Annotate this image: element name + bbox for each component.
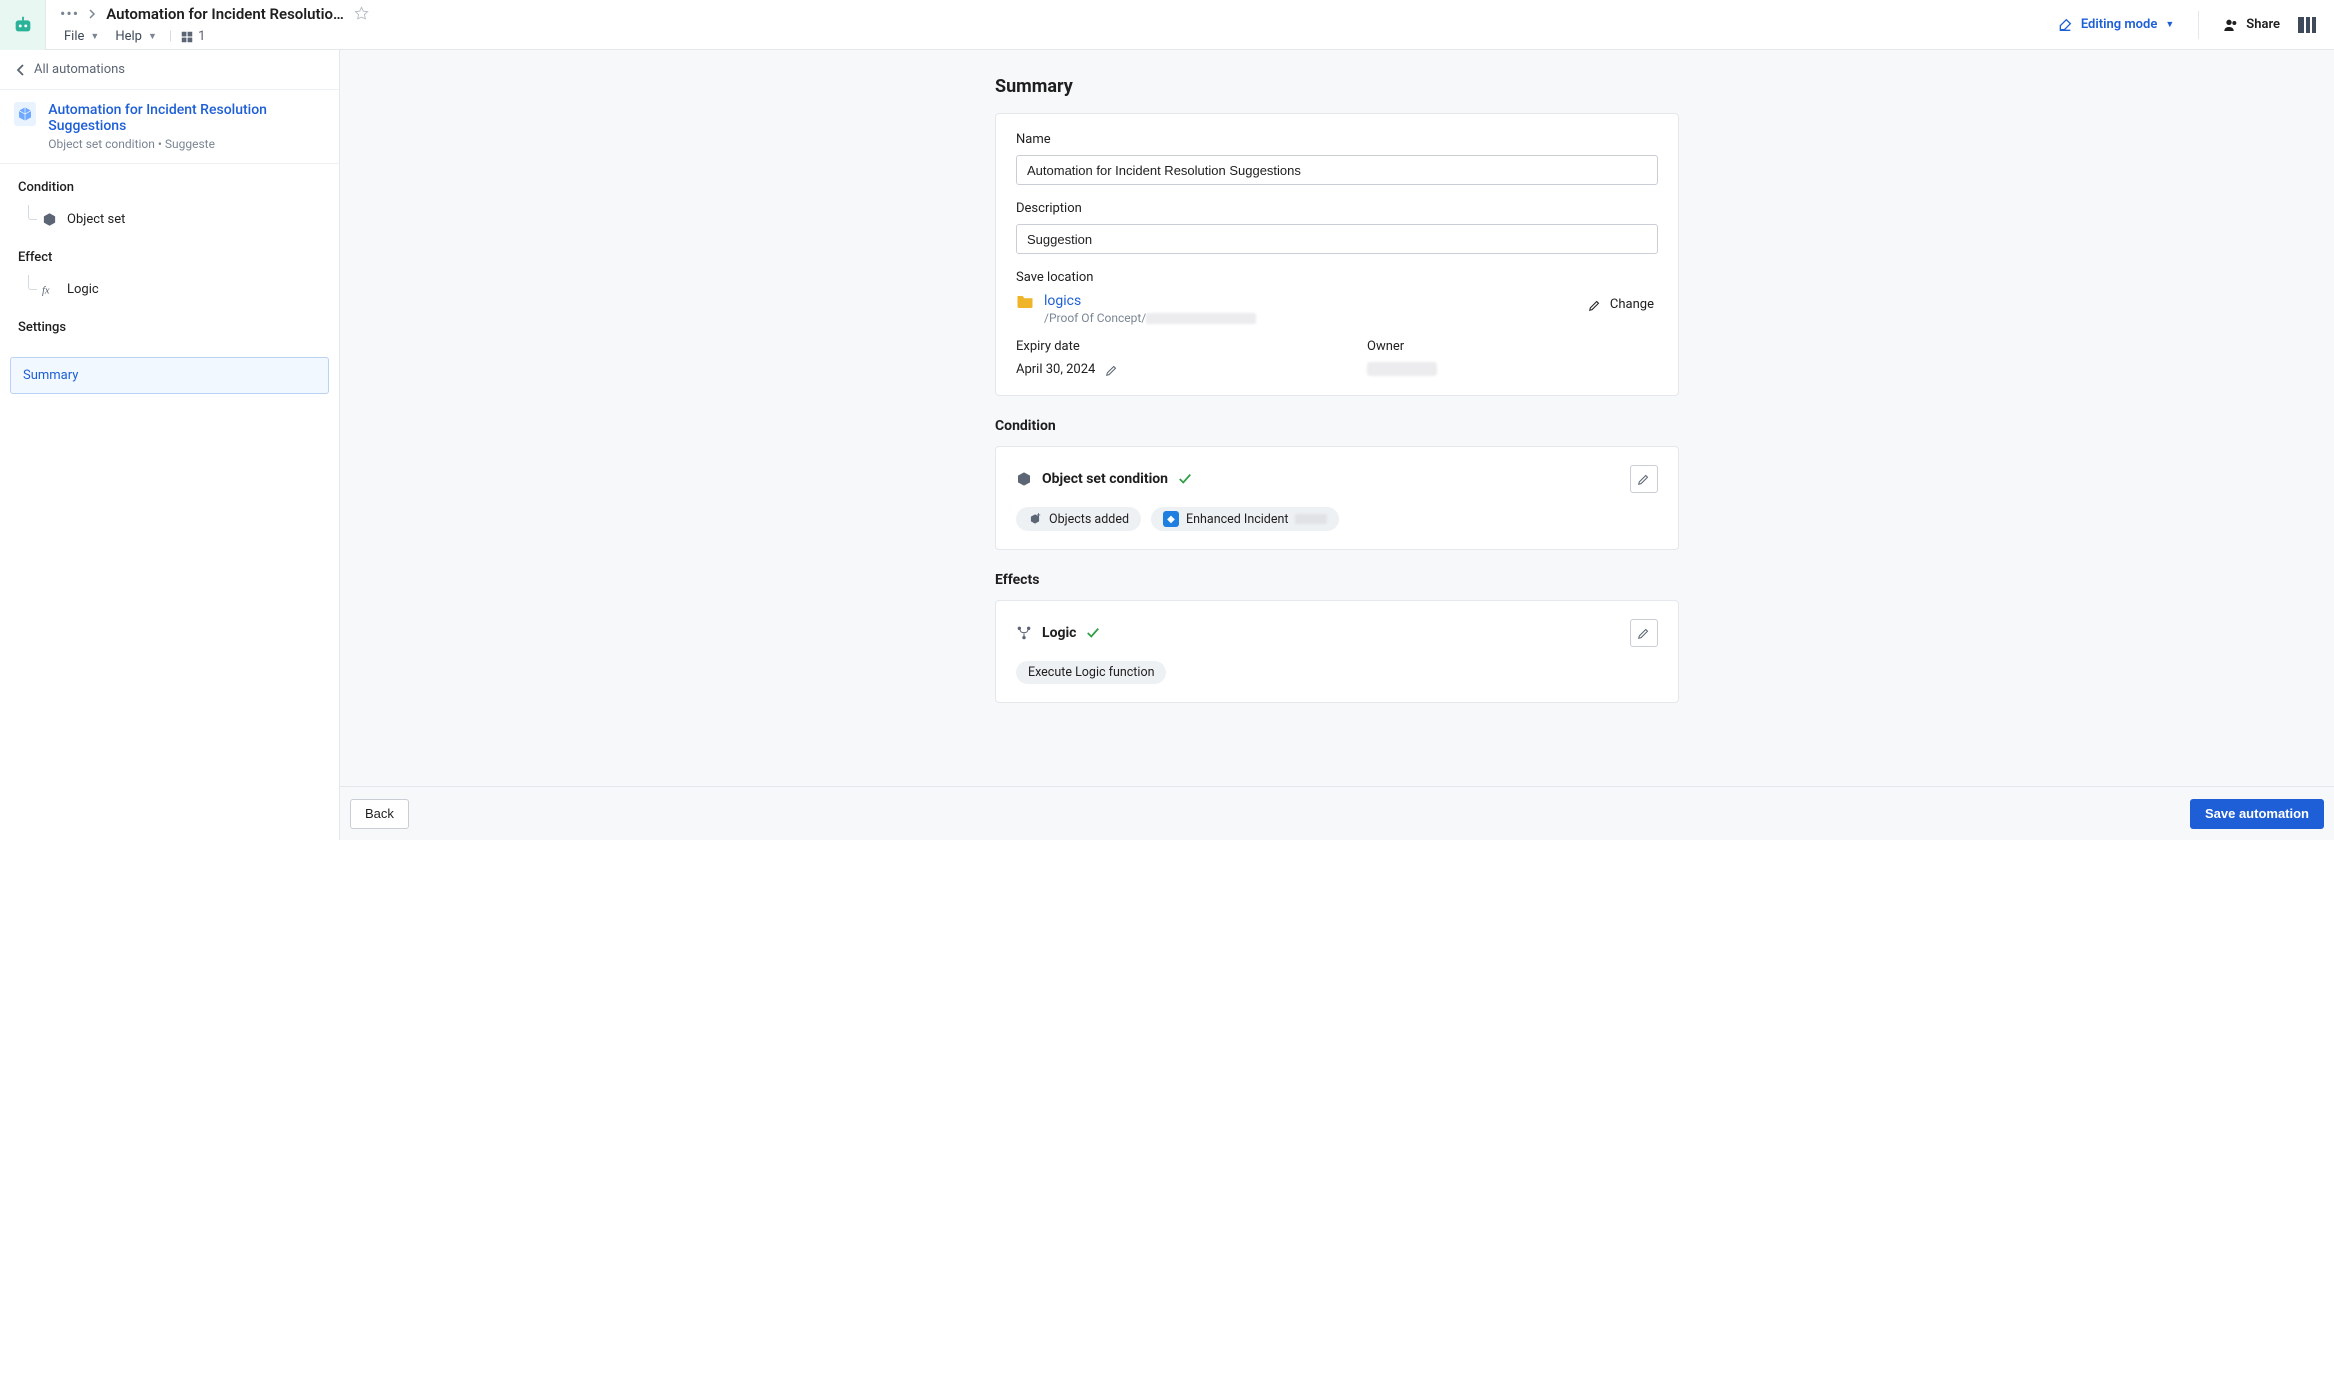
file-menu[interactable]: File ▼ — [60, 27, 103, 46]
condition-name: Object set condition — [1042, 471, 1168, 487]
tag-label: Objects added — [1049, 512, 1129, 527]
cube-icon — [42, 212, 57, 227]
sidebar-item-logic[interactable]: fx Logic — [18, 275, 323, 304]
name-input[interactable] — [1016, 155, 1658, 185]
chevron-right-icon — [89, 9, 96, 19]
folder-icon — [1016, 293, 1034, 308]
effect-name: Logic — [1042, 625, 1076, 641]
owner-value — [1367, 362, 1437, 376]
people-icon — [2223, 18, 2239, 32]
sidebar-item-summary[interactable]: Summary — [10, 357, 329, 394]
chevron-left-icon — [16, 64, 24, 76]
sidebar-head-effect: Effect — [18, 250, 323, 265]
fx-icon: fx — [42, 283, 57, 296]
footer: Back Save automation — [340, 786, 2334, 840]
presence-count: 1 — [198, 29, 205, 44]
tag-label: Execute Logic function — [1028, 665, 1154, 680]
sidebar-item-label: Summary — [23, 368, 78, 383]
sidebar-head-settings: Settings — [18, 320, 323, 335]
cube-plus-icon — [1028, 512, 1042, 526]
cube-icon — [1016, 471, 1032, 487]
pencil-icon — [1588, 298, 1602, 312]
pencil-icon — [1637, 472, 1651, 486]
summary-card: Name Description Save location — [995, 113, 1679, 396]
section-title-condition: Condition — [995, 418, 1679, 434]
help-menu-label: Help — [115, 29, 142, 44]
presence-indicator[interactable]: 1 — [180, 29, 205, 44]
topbar: ••• Automation for Incident Resolutio… F… — [0, 0, 2334, 50]
change-location-button[interactable]: Change — [1584, 293, 1658, 316]
page-title: Automation for Incident Resolutio… — [106, 5, 344, 23]
chevron-down-icon: ▼ — [148, 31, 157, 42]
condition-card: Object set condition Objects added — [995, 446, 1679, 550]
save-automation-button[interactable]: Save automation — [2190, 799, 2324, 829]
automation-header[interactable]: Automation for Incident Resolution Sugge… — [0, 90, 339, 164]
file-menu-label: File — [64, 29, 84, 44]
name-label: Name — [1016, 132, 1658, 147]
section-title-summary: Summary — [995, 76, 1679, 97]
sidebar-item-object-set[interactable]: Object set — [18, 205, 323, 234]
sidebar-item-label: Logic — [67, 282, 99, 297]
save-location-path: /Proof Of Concept/ — [1044, 311, 1256, 325]
panel-toggle-icon[interactable] — [2298, 17, 2316, 33]
share-label: Share — [2246, 17, 2280, 32]
robot-icon — [12, 14, 34, 36]
edit-condition-button[interactable] — [1630, 465, 1658, 493]
presence-icon — [180, 30, 194, 44]
save-button-label: Save automation — [2205, 806, 2309, 821]
pencil-icon — [1637, 626, 1651, 640]
check-icon — [1178, 473, 1192, 485]
editing-mode-button[interactable]: Editing mode ▼ — [2057, 17, 2174, 33]
expiry-value: April 30, 2024 — [1016, 362, 1095, 377]
description-input[interactable] — [1016, 224, 1658, 254]
edit-effect-button[interactable] — [1630, 619, 1658, 647]
expiry-label: Expiry date — [1016, 339, 1307, 354]
chevron-down-icon: ▼ — [90, 31, 99, 42]
object-type-icon: ◆ — [1163, 511, 1179, 527]
automation-subtitle: Object set condition • Suggeste — [48, 137, 327, 151]
effects-card: Logic Execute Logic function — [995, 600, 1679, 703]
back-button-label: Back — [365, 806, 394, 821]
more-menu[interactable]: ••• — [60, 4, 79, 23]
svg-text:fx: fx — [42, 285, 50, 296]
back-button[interactable]: Back — [350, 799, 409, 829]
main: Summary Name Description Save location — [340, 50, 2334, 840]
branch-icon — [1016, 625, 1032, 641]
pencil-icon[interactable] — [1105, 363, 1119, 377]
tag-objects-added: Objects added — [1016, 507, 1141, 531]
tag-execute-logic: Execute Logic function — [1016, 661, 1166, 684]
check-icon — [1086, 627, 1100, 639]
share-button[interactable]: Share — [2223, 17, 2280, 32]
save-location-name[interactable]: logics — [1044, 293, 1256, 309]
star-icon[interactable] — [354, 6, 369, 21]
editing-mode-label: Editing mode — [2081, 17, 2158, 32]
back-label: All automations — [34, 62, 125, 77]
app-icon[interactable] — [0, 0, 46, 50]
tag-enhanced-incident: ◆ Enhanced Incident — [1151, 507, 1339, 531]
cube-icon — [17, 106, 33, 122]
sidebar: All automations Automation for Incident … — [0, 50, 340, 840]
owner-label: Owner — [1367, 339, 1658, 354]
sidebar-head-condition: Condition — [18, 180, 323, 195]
help-menu[interactable]: Help ▼ — [111, 27, 161, 46]
description-label: Description — [1016, 201, 1658, 216]
divider — [2198, 11, 2199, 39]
tag-label: Enhanced Incident — [1186, 512, 1288, 527]
chevron-down-icon: ▼ — [2165, 19, 2174, 30]
change-label: Change — [1610, 297, 1654, 312]
automation-title: Automation for Incident Resolution Sugge… — [48, 102, 327, 134]
cube-badge — [14, 102, 36, 126]
edit-square-icon — [2057, 17, 2073, 33]
save-location-label: Save location — [1016, 270, 1658, 285]
sidebar-item-label: Object set — [67, 212, 125, 227]
section-title-effects: Effects — [995, 572, 1679, 588]
back-link[interactable]: All automations — [0, 50, 339, 90]
